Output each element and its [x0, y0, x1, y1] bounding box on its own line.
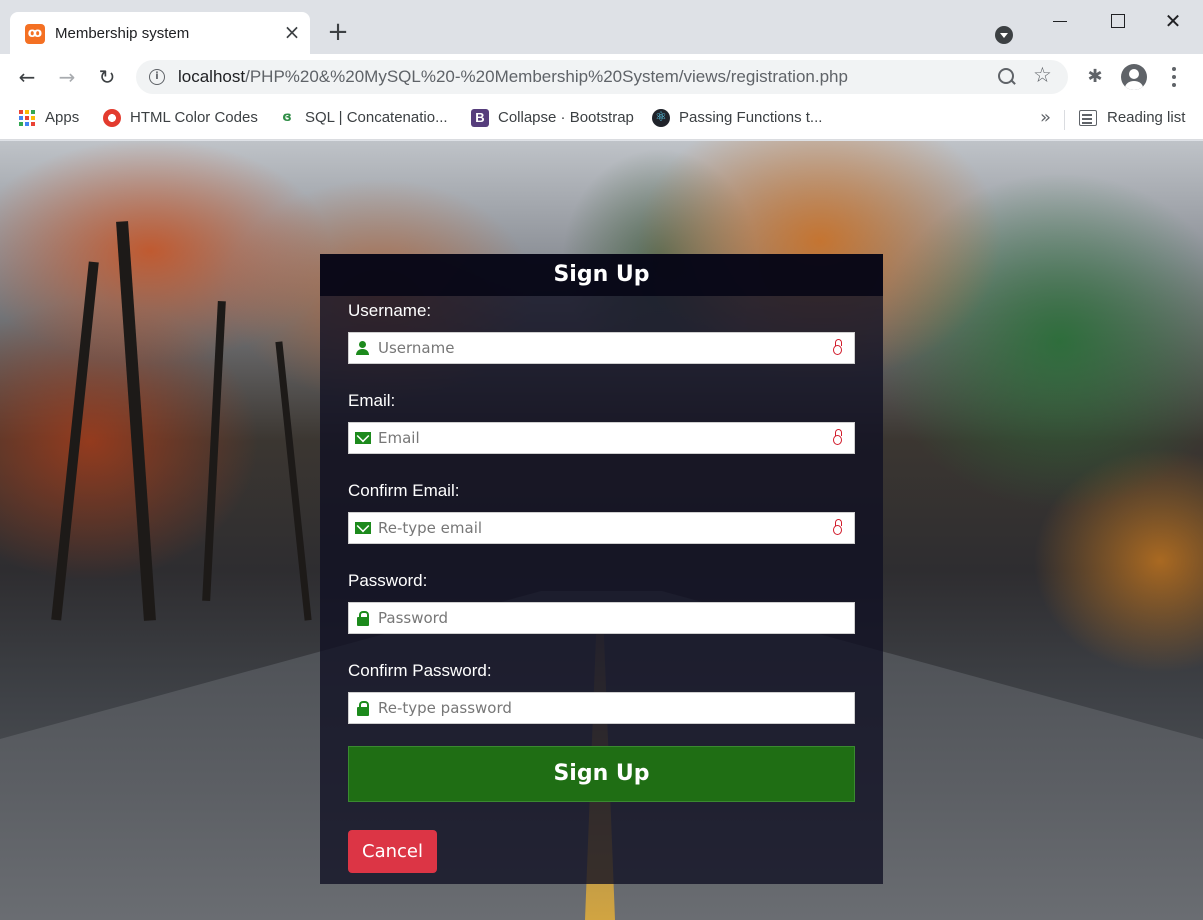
tab-title: Membership system [55, 25, 190, 42]
email-label: Email: [348, 391, 396, 410]
required-marker-icon [833, 519, 845, 537]
bookmark-collapse-bootstrap[interactable]: B Collapse · Bootstrap [471, 109, 634, 129]
confirm-password-field[interactable] [348, 692, 855, 724]
email-input[interactable] [378, 423, 818, 453]
browser-toolbar: ← → ↻ i localhost/PHP%20&%20MySQL%20-%20… [0, 54, 1203, 100]
apps-grid-icon [18, 109, 36, 127]
sign-up-button[interactable]: Sign Up [348, 746, 855, 802]
site-info-icon[interactable]: i [149, 69, 165, 85]
username-label: Username: [348, 301, 432, 320]
tab-strip: ꝏ Membership system × + ✕ [0, 0, 1203, 54]
xampp-icon: ꝏ [25, 24, 45, 44]
envelope-icon [355, 520, 371, 536]
password-input[interactable] [378, 603, 818, 633]
confirm-email-label: Confirm Email: [348, 481, 460, 500]
bookmark-label: Apps [45, 109, 80, 126]
confirm-email-input[interactable] [378, 513, 818, 543]
zoom-icon[interactable] [996, 66, 1018, 88]
form-header: Sign Up [320, 254, 883, 296]
required-marker-icon [833, 429, 845, 447]
password-field[interactable] [348, 602, 855, 634]
cancel-button[interactable]: Cancel [348, 830, 437, 873]
email-field[interactable] [348, 422, 855, 454]
user-icon [355, 340, 371, 356]
bookmark-star-icon[interactable]: ☆ [1033, 63, 1052, 87]
confirm-email-field[interactable] [348, 512, 855, 544]
tree-trunk [51, 261, 99, 621]
confirm-password-label: Confirm Password: [348, 661, 492, 680]
bookmark-label: SQL | Concatenatio... [305, 109, 448, 126]
bookmark-sql-concatenation[interactable]: ɞ SQL | Concatenatio... [278, 109, 448, 129]
profile-avatar-icon[interactable] [1121, 64, 1147, 90]
bookmarks-bar: Apps HTML Color Codes ɞ SQL | Concatenati… [0, 100, 1203, 140]
username-field[interactable] [348, 332, 855, 364]
close-tab-icon[interactable]: × [280, 20, 304, 44]
geeksforgeeks-icon: ɞ [282, 110, 292, 125]
window-close-button[interactable]: ✕ [1158, 6, 1188, 36]
new-tab-button[interactable]: + [325, 19, 351, 46]
extensions-puzzle-icon[interactable]: ✱ [1084, 66, 1106, 88]
bookmark-label: HTML Color Codes [130, 109, 258, 126]
bookmark-html-color-codes[interactable]: HTML Color Codes [103, 109, 258, 129]
reload-button[interactable]: ↻ [93, 63, 121, 91]
bookmark-label: Passing Functions t... [679, 109, 823, 126]
signup-form: Sign Up Username: Email: Confirm Email: … [320, 254, 883, 884]
bookmark-label: Collapse · Bootstrap [498, 109, 634, 126]
browser-tab[interactable]: ꝏ Membership system × [10, 12, 310, 54]
bookmark-passing-functions[interactable]: ⚛ Passing Functions t... [652, 109, 822, 129]
reading-list-icon[interactable] [1079, 110, 1097, 126]
password-label: Password: [348, 571, 428, 590]
bookmarks-divider [1064, 110, 1065, 130]
bookmark-apps[interactable]: Apps [18, 109, 79, 129]
back-button[interactable]: ← [13, 63, 41, 91]
html-color-codes-icon [103, 109, 121, 127]
form-title: Sign Up [553, 262, 650, 287]
bootstrap-icon: B [471, 109, 489, 127]
tree-trunk [202, 300, 226, 602]
more-bookmarks-chevron-icon[interactable]: » [1040, 107, 1051, 128]
url-text[interactable]: localhost/PHP%20&%20MySQL%20-%20Membersh… [178, 67, 848, 87]
chrome-menu-icon[interactable] [1164, 66, 1184, 88]
tab-search-icon[interactable] [995, 26, 1013, 44]
padlock-icon [355, 700, 371, 716]
url-path: /PHP%20&%20MySQL%20-%20Membership%20Syst… [245, 67, 848, 86]
tree-trunk [275, 341, 312, 621]
maximize-button[interactable] [1102, 6, 1132, 36]
padlock-icon [355, 610, 371, 626]
minimize-button[interactable] [1045, 6, 1075, 36]
confirm-password-input[interactable] [378, 693, 818, 723]
tree-trunk [116, 221, 156, 621]
envelope-icon [355, 430, 371, 446]
reading-list-label[interactable]: Reading list [1107, 109, 1185, 126]
required-marker-icon [833, 339, 845, 357]
address-bar[interactable]: i localhost/PHP%20&%20MySQL%20-%20Member… [136, 60, 1068, 94]
react-icon: ⚛ [652, 109, 670, 127]
forward-button[interactable]: → [53, 63, 81, 91]
url-host: localhost [178, 67, 246, 86]
username-input[interactable] [378, 333, 818, 363]
page-background: Sign Up Username: Email: Confirm Email: … [0, 141, 1203, 920]
